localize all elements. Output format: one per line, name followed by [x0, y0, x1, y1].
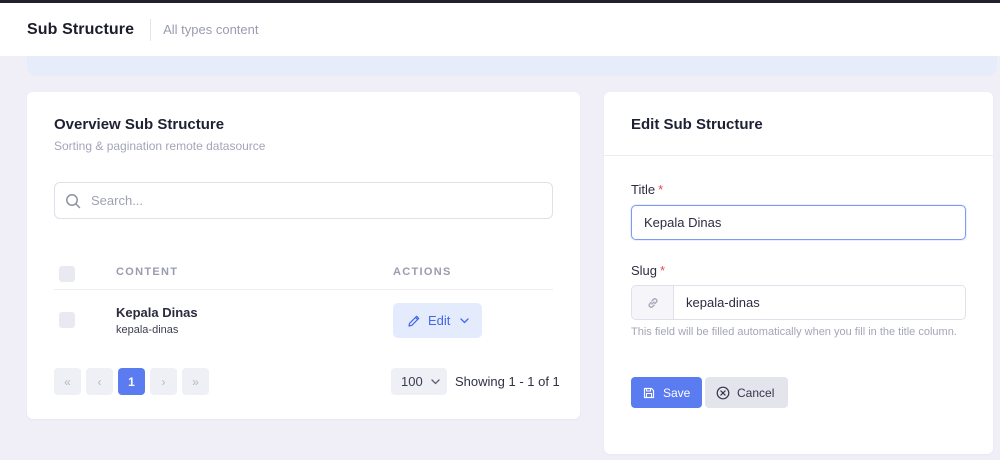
required-marker: *	[658, 182, 664, 197]
row-title: Kepala Dinas	[116, 305, 198, 320]
link-icon	[648, 297, 657, 308]
overview-subtitle: Sorting & pagination remote datasource	[54, 139, 266, 153]
title-input[interactable]	[631, 205, 966, 240]
pagination-next[interactable]: ›	[150, 368, 177, 395]
slug-help-text: This field will be filled automatically …	[631, 326, 957, 338]
pagination-first[interactable]: «	[54, 368, 81, 395]
x-circle-icon	[716, 386, 730, 399]
edit-button-label: Edit	[428, 313, 451, 328]
save-button[interactable]: Save	[631, 377, 702, 408]
page-subtitle: All types content	[163, 22, 259, 37]
floppy-disk-icon	[643, 387, 655, 398]
search-input[interactable]	[91, 193, 511, 208]
edit-title: Edit Sub Structure	[631, 116, 763, 133]
cancel-button-label: Cancel	[737, 385, 775, 400]
edit-card: Edit Sub Structure Title* Slug* This fie…	[604, 92, 993, 454]
per-page-select[interactable]: 100	[391, 368, 447, 395]
overview-title: Overview Sub Structure	[54, 116, 225, 133]
page-header: Sub Structure All types content	[0, 0, 1000, 56]
cancel-button[interactable]: Cancel	[705, 377, 788, 408]
slug-input[interactable]	[674, 286, 965, 319]
table-header: CONTENT ACTIONS	[54, 260, 553, 290]
slug-field-label: Slug *	[631, 263, 665, 278]
pagination-info: Showing 1 - 1 of 1	[455, 374, 560, 389]
column-header-content[interactable]: CONTENT	[116, 266, 178, 278]
row-checkbox[interactable]	[59, 312, 75, 328]
pagination-prev[interactable]: ‹	[86, 368, 113, 395]
select-all-checkbox[interactable]	[59, 266, 75, 282]
slug-addon	[632, 286, 674, 319]
pencil-icon	[408, 315, 420, 327]
pagination-last[interactable]: »	[182, 368, 209, 395]
header-banner	[27, 56, 997, 76]
edit-card-divider	[604, 155, 993, 156]
row-slug: kepala-dinas	[116, 324, 179, 336]
slug-field[interactable]	[631, 285, 966, 320]
column-header-actions: ACTIONS	[393, 266, 452, 278]
chevron-down-icon	[460, 317, 470, 323]
slug-label-text: Slug	[631, 263, 658, 278]
save-button-label: Save	[663, 385, 691, 400]
search-icon	[66, 193, 81, 208]
title-label-text: Title	[631, 182, 656, 197]
per-page-value: 100	[401, 374, 423, 389]
chevron-down-icon	[431, 378, 440, 384]
page-title: Sub Structure	[27, 20, 135, 38]
header-divider	[150, 18, 152, 41]
title-field-label: Title *	[631, 182, 663, 197]
search-box[interactable]	[54, 182, 553, 219]
edit-button[interactable]: Edit	[393, 303, 482, 338]
required-marker: *	[660, 263, 666, 278]
pagination-page-1[interactable]: 1	[118, 368, 145, 395]
overview-card: Overview Sub Structure Sorting & paginat…	[27, 92, 580, 419]
